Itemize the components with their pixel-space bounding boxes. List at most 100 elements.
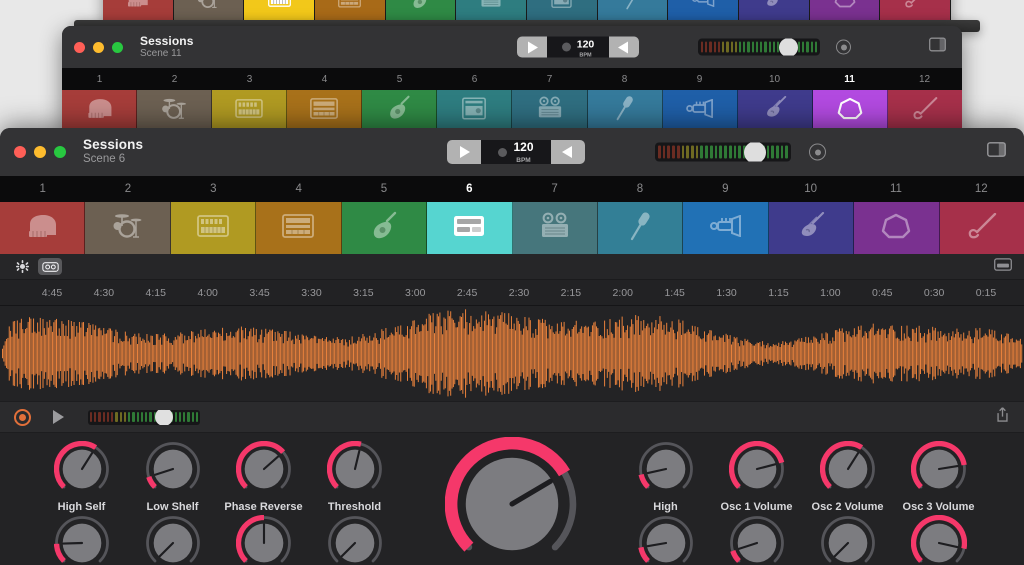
knob-dial[interactable] (820, 515, 876, 565)
knob-dial[interactable] (236, 441, 292, 497)
close-button[interactable] (74, 42, 85, 53)
instrument-tile-3[interactable] (171, 202, 256, 254)
mid-level-knob[interactable] (779, 39, 798, 56)
knob-dial[interactable] (911, 515, 967, 565)
knob-dial[interactable] (236, 515, 292, 565)
knob-cell-left-bottom-4[interactable]: Mid (309, 515, 400, 565)
knob-dial[interactable] (820, 441, 876, 497)
knob-cell-right-bottom-4[interactable]: FX2 Bypass (893, 515, 984, 565)
scene-number-2[interactable]: 2 (137, 68, 212, 90)
tape-reel-button[interactable] (38, 258, 62, 275)
instrument-tile-12[interactable] (940, 202, 1024, 254)
front-sidebar-toggle[interactable] (987, 142, 1006, 162)
scene-number-5[interactable]: 5 (362, 68, 437, 90)
front-speaker-button[interactable] (551, 140, 585, 164)
mid-record-toggle[interactable] (836, 40, 851, 55)
scene-number-11[interactable]: 11 (812, 68, 887, 90)
scene-number-10[interactable]: 10 (768, 176, 853, 202)
front-transport-controls[interactable]: 120 BPM (447, 140, 585, 164)
mid-traffic-lights[interactable] (74, 42, 123, 53)
instrument-tile-4[interactable] (256, 202, 341, 254)
timeline-ruler[interactable]: 4:454:304:154:003:453:303:153:002:452:30… (0, 280, 1024, 306)
instrument-tile-8[interactable] (588, 90, 663, 131)
maximize-button[interactable] (112, 42, 123, 53)
share-button[interactable] (995, 407, 1010, 428)
mid-level-meter-group[interactable] (698, 39, 851, 56)
scene-number-1[interactable]: 1 (62, 68, 137, 90)
mid-play-button[interactable] (517, 37, 547, 58)
instrument-tile-9[interactable] (663, 90, 738, 131)
instrument-tile-11[interactable] (854, 202, 939, 254)
knob-dial[interactable] (729, 441, 785, 497)
knob-cell-right-top-2[interactable]: Osc 1 Volume (711, 441, 802, 513)
mid-session-window[interactable]: Sessions Scene 11 120 BPM (62, 26, 962, 131)
instrument-tile-7[interactable] (513, 202, 598, 254)
front-level-knob[interactable] (744, 143, 766, 162)
knob-dial[interactable] (54, 515, 110, 565)
knob-cell-left-top-4[interactable]: Threshold (309, 441, 400, 513)
knob-dial[interactable] (638, 515, 694, 565)
knob-group-right-top[interactable]: HighOsc 1 VolumeOsc 2 VolumeOsc 3 Volume (620, 441, 984, 513)
instrument-tile-6[interactable] (427, 202, 512, 254)
playback-level-meter[interactable] (88, 410, 200, 425)
instrument-tile-5[interactable] (362, 90, 437, 131)
knob-cell-right-top-1[interactable]: High (620, 441, 711, 513)
knob-cell-left-bottom-3[interactable]: Low (218, 515, 309, 565)
knob-dial[interactable] (729, 515, 785, 565)
knob-group-left-bottom[interactable]: CompAuto Att/RelLowMid (36, 515, 400, 565)
mid-bpm-display[interactable]: 120 BPM (547, 37, 609, 58)
front-level-meter-group[interactable] (655, 143, 826, 162)
mid-sidebar-toggle[interactable] (929, 38, 946, 57)
front-traffic-lights[interactable] (14, 146, 66, 158)
scene-number-10[interactable]: 10 (737, 68, 812, 90)
knob-cell-left-bottom-1[interactable]: Comp (36, 515, 127, 565)
knob-dial[interactable] (638, 441, 694, 497)
knob-group-right-bottom[interactable]: Filter CutoffFilter EmphasisFX1 BypassFX… (620, 515, 984, 565)
scene-number-5[interactable]: 5 (341, 176, 426, 202)
mid-scene-number-row[interactable]: 123456789101112 (62, 68, 962, 90)
scene-number-2[interactable]: 2 (85, 176, 170, 202)
knob-group-left-top[interactable]: High SelfLow ShelfPhase ReverseThreshold (36, 441, 400, 513)
scene-number-7[interactable]: 7 (512, 176, 597, 202)
knob-cell-left-top-2[interactable]: Low Shelf (127, 441, 218, 513)
scene-number-6[interactable]: 6 (437, 68, 512, 90)
knob-dial[interactable] (327, 515, 383, 565)
scene-number-3[interactable]: 3 (212, 68, 287, 90)
scene-number-1[interactable]: 1 (0, 176, 85, 202)
scene-number-8[interactable]: 8 (597, 176, 682, 202)
instrument-tile-11[interactable] (813, 90, 888, 131)
knob-dial[interactable] (911, 441, 967, 497)
settings-button[interactable] (10, 258, 34, 275)
instrument-tile-10[interactable] (738, 90, 813, 131)
scene-number-9[interactable]: 9 (662, 68, 737, 90)
display-button[interactable] (994, 258, 1012, 276)
knob-cell-left-bottom-2[interactable]: Auto Att/Rel (127, 515, 218, 565)
scene-number-4[interactable]: 4 (256, 176, 341, 202)
knob-dial[interactable] (145, 515, 201, 565)
scene-number-8[interactable]: 8 (587, 68, 662, 90)
record-button[interactable] (14, 409, 31, 426)
scene-number-3[interactable]: 3 (171, 176, 256, 202)
knob-cell-right-bottom-3[interactable]: FX1 Bypass (802, 515, 893, 565)
instrument-tile-4[interactable] (287, 90, 362, 131)
maximize-button[interactable] (54, 146, 66, 158)
instrument-tile-5[interactable] (342, 202, 427, 254)
minimize-button[interactable] (34, 146, 46, 158)
front-record-toggle[interactable] (809, 144, 826, 161)
knob-dial[interactable] (54, 441, 110, 497)
knob-cell-right-bottom-2[interactable]: Filter Emphasis (711, 515, 802, 565)
scene-number-11[interactable]: 11 (853, 176, 938, 202)
scene-number-12[interactable]: 12 (887, 68, 962, 90)
front-session-window[interactable]: Sessions Scene 6 120 BPM (0, 128, 1024, 565)
front-scene-number-row[interactable]: 123456789101112 (0, 176, 1024, 202)
scene-number-7[interactable]: 7 (512, 68, 587, 90)
knob-dial[interactable] (327, 441, 383, 497)
instrument-tile-1[interactable] (0, 202, 85, 254)
playback-level-knob[interactable] (155, 410, 173, 425)
scene-number-4[interactable]: 4 (287, 68, 362, 90)
scene-number-9[interactable]: 9 (683, 176, 768, 202)
instrument-tile-9[interactable] (683, 202, 768, 254)
instrument-tile-1[interactable] (62, 90, 137, 131)
minimize-button[interactable] (93, 42, 104, 53)
scene-number-6[interactable]: 6 (427, 176, 512, 202)
